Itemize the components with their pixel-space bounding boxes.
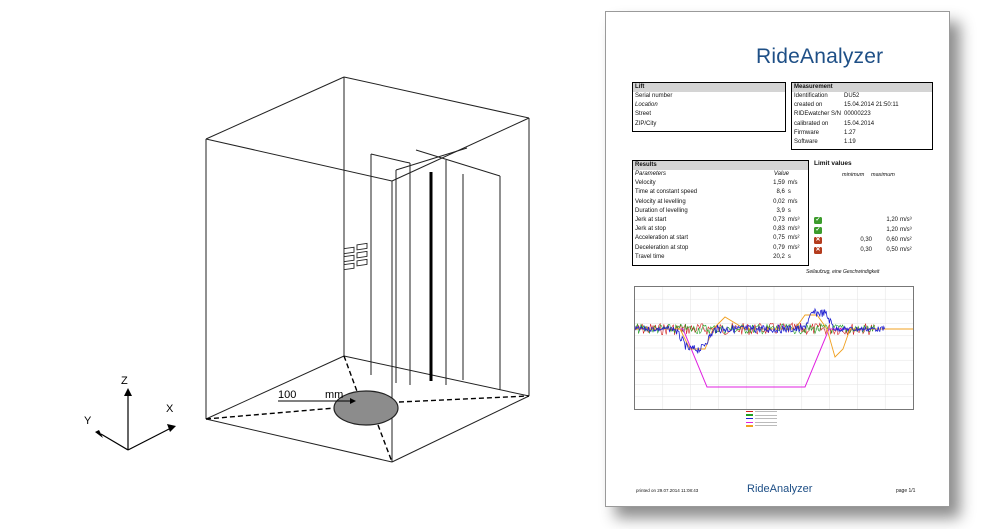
ride-quality-graph (634, 286, 914, 410)
lift-row: Street (635, 111, 652, 118)
measurement-row: created on 15.04.2014 21:50:11 (794, 102, 899, 109)
chart-caption: Seilaufzug, eine Geschwindigkeit (806, 269, 880, 275)
page-number: page 1/1 (896, 488, 916, 494)
measurement-row: Software 1.19 (794, 138, 856, 145)
results-row: Time at constant speed 8,6 s (635, 189, 791, 196)
results-title: Results (633, 161, 808, 170)
brand-logo: RideAnalyzer (756, 45, 884, 68)
limit-row: ✕ 0,30 0,50 m/s² (814, 247, 912, 254)
legend-row (746, 417, 806, 420)
results-row: Velocity at levelling 0,02 m/s (635, 198, 798, 205)
footer-logo: RideAnalyzer (747, 483, 813, 495)
results-row: Travel time 20,2 s (635, 253, 791, 260)
limit-row: ✓ 1,20 m/s³ (814, 227, 912, 234)
axis-y-label: Y (84, 415, 92, 427)
check-ok-icon: ✓ (814, 217, 822, 224)
lift-row: Serial number (635, 93, 673, 99)
results-row: Deceleration at stop 0,79 m/s² (635, 244, 800, 251)
axis-z-label: Z (121, 375, 128, 387)
results-box: Results Parameters Value Velocity 1,59 m/s … (632, 160, 809, 266)
axis-x-label: X (166, 403, 174, 415)
limit-row: ✓ 1,20 m/s³ (814, 217, 912, 224)
check-fail-icon: ✕ (814, 247, 822, 254)
dimension-value: 100 (278, 389, 296, 401)
results-row: Jerk at start 0,73 m/s³ (635, 216, 800, 223)
lift-car-drawing: 100 mm Z X Y (84, 76, 530, 463)
results-row: Velocity 1,59 m/s (635, 180, 798, 187)
results-row: Duration of levelling 3,9 s (635, 207, 791, 214)
legend-row (746, 424, 806, 427)
printed-date: printed on 29.07.2014 11:08:43 (636, 488, 699, 493)
results-row: Acceleration at start 0,75 m/s² (635, 235, 800, 242)
legend-row (746, 414, 806, 417)
lift-title: Lift (633, 83, 785, 92)
check-fail-icon: ✕ (814, 237, 822, 244)
measurement-title: Measurement (792, 83, 932, 92)
results-row: Jerk at stop 0,83 m/s³ (635, 226, 800, 233)
measurement-box: Measurement Identification DU52 created o… (791, 82, 933, 150)
measurement-row: RIDEwatcher S/N 00000223 (794, 111, 871, 118)
limit-row: ✕ 0,30 0,60 m/s² (814, 237, 912, 244)
dimension-unit: mm (325, 389, 343, 401)
measurement-row: calibrated on 15.04.2014 (794, 120, 875, 127)
measurement-point (333, 390, 399, 426)
check-ok-icon: ✓ (814, 227, 822, 234)
legend-row (746, 410, 806, 413)
lift-box: Lift Serial number Location Street ZIP/C… (632, 82, 786, 132)
graph-legend (746, 410, 806, 428)
measurement-row: Firmware 1.27 (794, 129, 856, 136)
measurement-row: Identification DU52 (794, 93, 860, 99)
acceleration-trace (634, 307, 885, 355)
results-header-row: Parameters Value (635, 171, 789, 177)
ride-graph-svg (634, 287, 913, 409)
legend-row (746, 421, 806, 424)
report-page: RideAnalyzer Lift Serial number Location… (605, 11, 950, 507)
limits-min-header: minimum (842, 172, 865, 178)
limits-title: Limit values (814, 160, 852, 167)
lift-row: Location (635, 102, 658, 109)
lift-row: ZIP/City (635, 120, 657, 127)
limits-max-header: maximum (871, 172, 895, 178)
